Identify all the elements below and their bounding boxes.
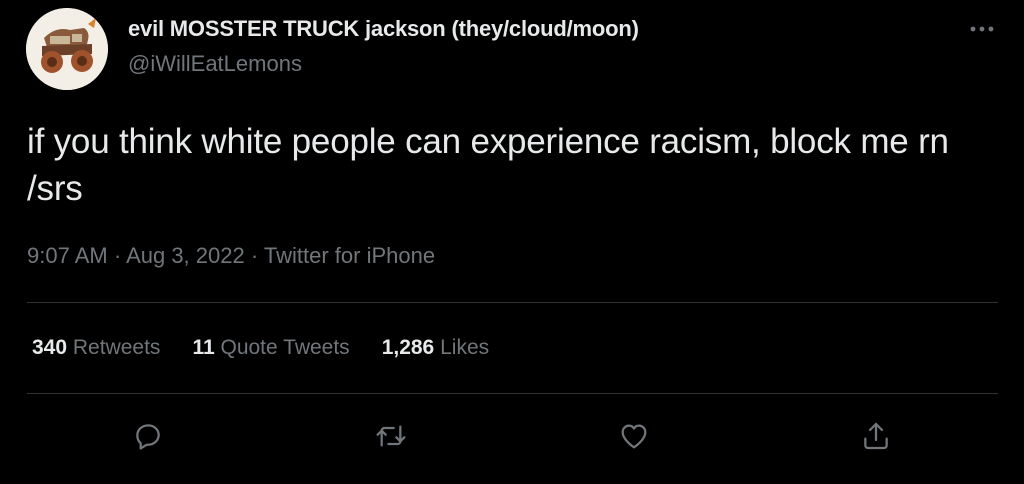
author-display-name[interactable]: evil MOSSTER TRUCK jackson (they/cloud/m… bbox=[128, 16, 639, 42]
tweet-date[interactable]: Aug 3, 2022 bbox=[126, 243, 245, 268]
tweet-text: if you think white people can experience… bbox=[27, 122, 949, 208]
more-horizontal-icon bbox=[970, 26, 994, 32]
divider bbox=[27, 302, 998, 303]
share-icon bbox=[864, 422, 888, 450]
likes-count: 1,286 bbox=[381, 336, 435, 359]
retweets-label: Retweets bbox=[72, 336, 161, 359]
divider bbox=[27, 393, 998, 394]
quote-tweets-label: Quote Tweets bbox=[220, 336, 350, 359]
avatar[interactable] bbox=[26, 8, 108, 90]
retweets-count: 340 bbox=[32, 336, 68, 359]
tweet-meta: 9:07 AM · Aug 3, 2022 · Twitter for iPho… bbox=[27, 243, 435, 269]
likes-label: Likes bbox=[440, 336, 490, 359]
likes-stat[interactable]: 1,286 Likes bbox=[382, 336, 489, 360]
reply-button[interactable] bbox=[128, 416, 168, 456]
tweet-source[interactable]: Twitter for iPhone bbox=[264, 243, 435, 268]
engagement-stats: 340 Retweets 11 Quote Tweets 1,286 Likes bbox=[32, 336, 521, 360]
meta-separator: · bbox=[107, 243, 127, 268]
share-button[interactable] bbox=[856, 416, 896, 456]
more-options-button[interactable] bbox=[962, 14, 1002, 44]
author-handle[interactable]: @iWillEatLemons bbox=[128, 51, 302, 77]
retweet-icon bbox=[376, 425, 406, 447]
tweet-time[interactable]: 9:07 AM bbox=[27, 243, 108, 268]
quote-tweets-count: 11 bbox=[192, 336, 215, 359]
retweets-stat[interactable]: 340 Retweets bbox=[32, 336, 160, 360]
heart-icon bbox=[621, 424, 647, 449]
monster-truck-drawing-icon bbox=[26, 8, 108, 90]
quote-tweets-stat[interactable]: 11 Quote Tweets bbox=[192, 336, 349, 360]
reply-icon bbox=[136, 424, 160, 450]
retweet-button[interactable] bbox=[371, 416, 411, 456]
like-button[interactable] bbox=[614, 416, 654, 456]
meta-separator: · bbox=[244, 243, 264, 268]
